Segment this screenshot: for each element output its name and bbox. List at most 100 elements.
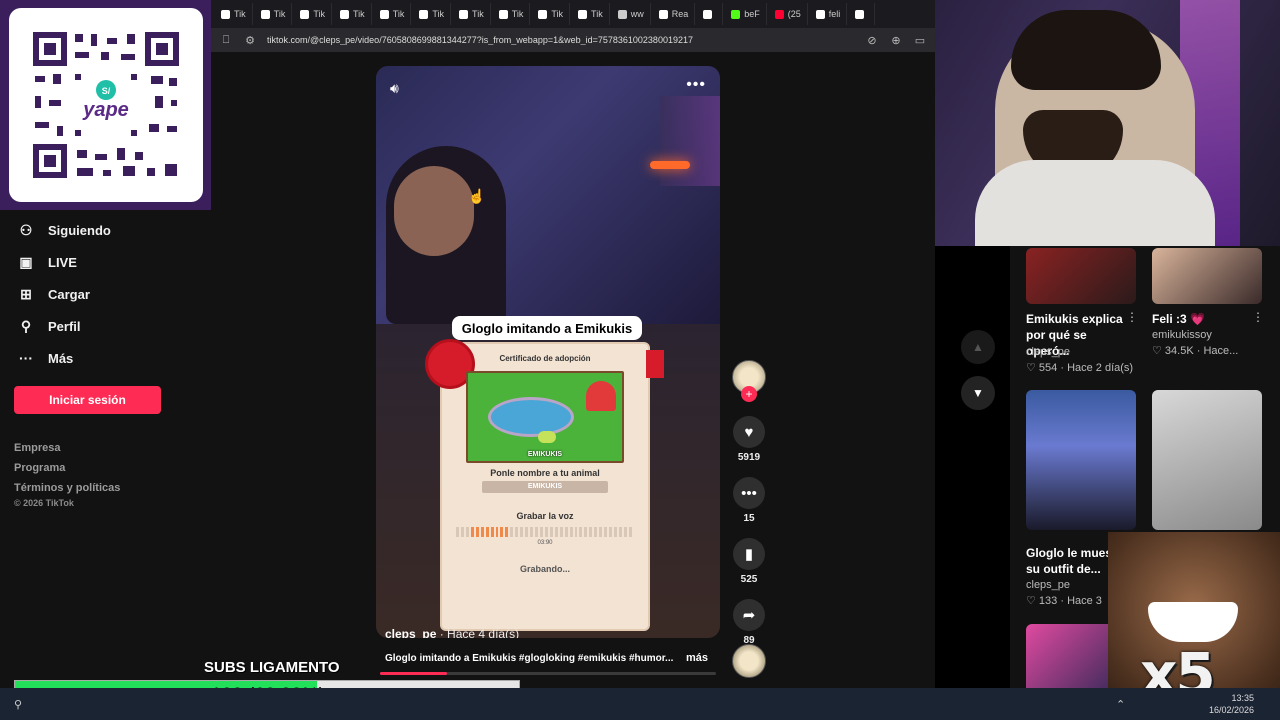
waveform-bar	[520, 527, 524, 537]
save-action[interactable]: ▮ 525	[729, 538, 769, 585]
footer-link[interactable]: Programa	[14, 458, 211, 478]
waveform-bar	[539, 527, 543, 537]
waveform-bar	[480, 527, 484, 537]
video-thumbnail[interactable]	[1152, 390, 1262, 530]
webcam-hair	[1011, 10, 1161, 90]
bookmark-icon[interactable]: ▮	[733, 538, 765, 570]
share-action[interactable]: ➦ 89	[729, 599, 769, 646]
more-options-icon[interactable]: •••	[686, 76, 706, 94]
card-age: · Hace 3	[1060, 595, 1102, 607]
video-author[interactable]: cleps_pe	[385, 627, 436, 638]
music-disc-icon[interactable]	[732, 644, 766, 678]
url-field[interactable]: tiktok.com/@cleps_pe/video/7605808699881…	[267, 35, 855, 45]
streamer-webcam	[935, 0, 1280, 246]
browser-tab-label: Tik	[591, 9, 603, 19]
browser-tab[interactable]: beF	[725, 3, 767, 25]
waveform-bar	[569, 527, 573, 537]
search-icon[interactable]: ⚲	[14, 698, 22, 711]
footer-link[interactable]: Términos y políticas	[14, 478, 211, 498]
following-icon: ⚇	[19, 221, 33, 238]
site-info-icon[interactable]: ⚙	[243, 34, 257, 47]
browser-tab-label: Tik	[432, 9, 445, 19]
chevron-up-icon[interactable]: ⌃	[1116, 698, 1125, 711]
translate-icon[interactable]: ⊘	[865, 34, 879, 47]
tiktok-icon	[703, 9, 713, 19]
sidebar-item-cargar[interactable]: ⊞ Cargar	[0, 278, 211, 310]
browser-tab[interactable]: Tik	[572, 3, 610, 25]
browser-tab[interactable]: Tik	[453, 3, 491, 25]
card-stats: ♡ 133 · Hace 3	[1026, 594, 1102, 607]
browser-tab[interactable]: (25	[769, 3, 808, 25]
sidebar-item-label: Siguiendo	[48, 222, 111, 238]
video-thumbnail[interactable]	[1026, 390, 1136, 530]
login-button[interactable]: Iniciar sesión	[14, 386, 161, 414]
footer-link[interactable]: Empresa	[14, 438, 211, 458]
card-more-icon[interactable]: ⋮	[1252, 310, 1264, 324]
browser-tab[interactable]	[849, 3, 876, 25]
comment-icon[interactable]: •••	[733, 477, 765, 509]
browser-tab-label: Tik	[511, 9, 524, 19]
browser-tab[interactable]: Tik	[215, 3, 253, 25]
video-thumbnail[interactable]	[1152, 248, 1262, 304]
follow-plus-icon[interactable]: +	[741, 386, 757, 402]
card-age: · Hace 2 día(s)	[1060, 362, 1134, 374]
browser-tab[interactable]: feli	[810, 3, 848, 25]
browser-tab[interactable]: Tik	[374, 3, 412, 25]
sidebar-item-ms[interactable]: ··· Más	[0, 342, 211, 374]
browser-tab[interactable]: Tik	[255, 3, 293, 25]
hand-cursor-icon: ☝	[468, 188, 486, 204]
browser-tab[interactable]: Tik	[334, 3, 372, 25]
browser-tab[interactable]: Tik	[413, 3, 452, 25]
shelf-decor	[660, 96, 720, 186]
svg-text:S/: S/	[102, 86, 111, 96]
chevron-up-icon[interactable]: ▲	[961, 330, 995, 364]
waveform-bar	[510, 527, 514, 537]
card-author[interactable]: emikukissoy	[1152, 329, 1212, 341]
sidebar-item-label: Perfil	[48, 318, 81, 334]
voice-time: 03:90	[537, 540, 553, 546]
volume-icon[interactable]: 🔊︎	[390, 80, 399, 97]
subs-goal-label: SUBS LIGAMENTO	[204, 659, 340, 676]
video-thumbnail[interactable]	[1026, 624, 1116, 690]
waveform-bar	[549, 527, 553, 537]
bookmark-icon[interactable]: ⎕	[219, 34, 233, 47]
browser-tab[interactable]: Tik	[532, 3, 571, 25]
browser-tab[interactable]	[697, 3, 724, 25]
taskbar-clock[interactable]: 13:35 16/02/2026	[1209, 692, 1254, 716]
waveform-bar	[564, 527, 568, 537]
chevron-down-icon[interactable]: ▼	[961, 376, 995, 410]
sidebar-item-live[interactable]: ▣ LIVE	[0, 246, 211, 278]
browser-tab[interactable]: Tik	[493, 3, 531, 25]
video-thumbnail[interactable]	[1026, 248, 1136, 304]
zoom-icon[interactable]: ⊕	[889, 34, 903, 47]
card-author[interactable]: cleps_pe	[1026, 346, 1070, 358]
card-title[interactable]: Feli :3 💗	[1152, 311, 1256, 327]
sidebar-item-perfil[interactable]: ⚲ Perfil	[0, 310, 211, 342]
voice-prompt: Grabar la voz	[516, 511, 574, 521]
like-action[interactable]: ♥ 5919	[729, 416, 769, 463]
comment-action[interactable]: ••• 15	[729, 477, 769, 524]
card-title[interactable]: Gloglo le muest su outfit de...	[1026, 545, 1116, 577]
video-description: Gloglo imitando a Emikukis #glogloking #…	[385, 653, 674, 664]
sidebar-item-siguiendo[interactable]: ⚇ Siguiendo	[0, 214, 211, 246]
browser-tab[interactable]: Rea	[653, 3, 696, 25]
heart-icon[interactable]: ♥	[733, 416, 765, 448]
tiktok-icon	[658, 9, 668, 19]
tiktok-icon	[419, 9, 429, 19]
tiktok-icon	[300, 9, 310, 19]
card-author[interactable]: cleps_pe	[1026, 579, 1070, 591]
heart-outline-icon: ♡	[1026, 362, 1039, 374]
card-more-icon[interactable]: ⋮	[1126, 310, 1138, 324]
waveform-bar	[495, 527, 499, 537]
cast-icon[interactable]: ▭	[913, 34, 927, 47]
pond-water	[488, 397, 574, 437]
video-progress-fill	[380, 672, 448, 675]
video-progress-bar[interactable]	[380, 672, 716, 675]
save-count: 525	[740, 574, 758, 585]
browser-tab-label: (25	[787, 9, 801, 19]
video-player[interactable]: 🔊︎ ••• ☝ Gloglo imitando a Emikukis Cert…	[376, 66, 720, 638]
browser-tab[interactable]: Tik	[294, 3, 333, 25]
share-icon[interactable]: ➦	[733, 599, 765, 631]
more-link[interactable]: más	[686, 652, 708, 664]
browser-tab[interactable]: ww	[612, 3, 651, 25]
